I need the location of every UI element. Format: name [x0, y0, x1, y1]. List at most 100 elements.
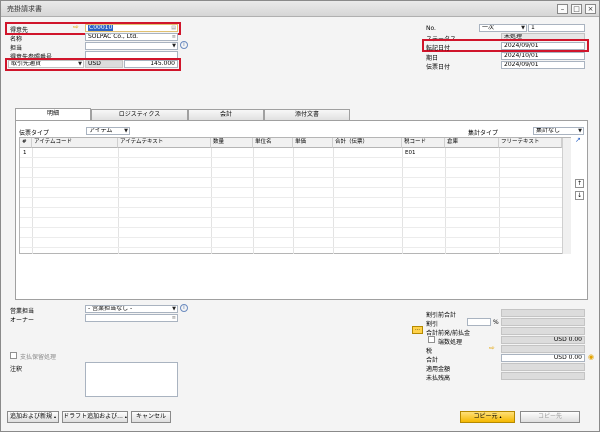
minimize-icon[interactable]: – [557, 4, 568, 14]
discount-percent-input[interactable] [467, 318, 491, 326]
contents-panel: 伝票タイプ アイテム ▼ 集計タイプ 集計なし ▼ ↗ # アイテムコード アイ… [15, 120, 588, 300]
col-header-total[interactable]: 合計（伝票） [333, 138, 402, 148]
contact-label: 担当 [10, 45, 23, 52]
grid-line [118, 148, 119, 254]
remarks-label: 注釈 [10, 366, 23, 373]
grid-line [211, 148, 212, 254]
row-number: 1 [23, 150, 27, 156]
rounding-field: USD 0.00 [501, 336, 585, 344]
col-header-item-text[interactable]: アイテムテキスト [118, 138, 211, 148]
tab-accounting[interactable]: 会計 [188, 109, 264, 120]
title-bar: 売掛請求書 – □ × [1, 1, 599, 17]
discount-before-field [501, 309, 585, 317]
close-icon[interactable]: × [585, 4, 596, 14]
cancel-button[interactable]: キャンセル [131, 411, 171, 423]
tab-attachments[interactable]: 添付文書 [264, 109, 350, 120]
expand-icon[interactable]: ≡ [172, 34, 176, 40]
grid-line [499, 148, 500, 254]
link-arrow-icon[interactable]: ⇨ [489, 344, 495, 352]
grid-line [293, 148, 294, 254]
owner-label: オーナー [10, 317, 35, 324]
sales-employee-label: 営業担当 [10, 308, 35, 315]
payment-block-label: 支払保留処理 [20, 354, 57, 361]
currency-type-select[interactable]: 取引先通貨 ▼ [8, 60, 84, 68]
exchange-rate-input[interactable]: 145.000 [124, 60, 178, 68]
items-grid: # アイテムコード アイテムテキスト 数量 単位名 単価 合計（伝票） 税コード… [19, 137, 571, 254]
remarks-textarea[interactable] [85, 362, 178, 397]
link-arrow-icon[interactable]: ⇨ [73, 23, 79, 31]
percent-unit: % [493, 319, 499, 326]
grid-line [333, 148, 334, 254]
col-header-quantity[interactable]: 数量 [211, 138, 253, 148]
document-date-label: 伝票日付 [426, 64, 451, 71]
doc-no-label: No. [426, 25, 436, 32]
chevron-down-icon: ▼ [124, 128, 128, 134]
col-header-unit[interactable]: 単位名 [253, 138, 293, 148]
row-line [20, 187, 562, 188]
lookup-icon[interactable]: ▤ [171, 25, 176, 31]
name-label: 名称 [10, 36, 23, 43]
add-and-new-button[interactable]: 追加および新規 ▴ [7, 411, 59, 423]
calculator-icon[interactable]: ◉ [588, 353, 594, 361]
rounding-checkbox[interactable] [428, 336, 435, 343]
total-field: USD 0.00 [501, 354, 585, 362]
grid-line [402, 148, 403, 254]
name-input[interactable]: SOLPAC Co., Ltd. ≡ [85, 33, 178, 41]
info-icon[interactable]: i [180, 304, 188, 312]
posting-date-input[interactable]: 2024/09/01 [501, 42, 585, 50]
freight-field [501, 327, 585, 335]
sales-employee-select[interactable]: - 営業担当なし - ▼ [85, 305, 178, 313]
copy-to-button[interactable]: コピー先 [520, 411, 580, 423]
customer-code-input[interactable]: C00010 ▤ [85, 24, 178, 32]
dropdown-icon: ▴ [499, 414, 502, 419]
window-title: 売掛請求書 [7, 5, 42, 13]
move-up-icon[interactable]: ↑ [575, 179, 584, 188]
copy-from-button[interactable]: コピー元 ▴ [460, 411, 515, 423]
col-header-item-code[interactable]: アイテムコード [32, 138, 118, 148]
tab-contents[interactable]: 明細 [15, 108, 91, 120]
applied-field [501, 363, 585, 371]
lookup-icon[interactable]: ≡ [172, 315, 176, 321]
summary-type-select[interactable]: 集計なし ▼ [533, 127, 584, 135]
draft-add-button[interactable]: ドラフト追加および... ▴ [62, 411, 128, 423]
tax-field [501, 345, 585, 353]
due-date-label: 期日 [426, 55, 439, 62]
grid-scrollbar[interactable] [562, 138, 571, 254]
contact-select[interactable]: ▼ [85, 42, 178, 50]
more-options-button[interactable]: … [412, 326, 423, 334]
grid-line [445, 148, 446, 254]
rounding-label: 端数処理 [438, 339, 463, 346]
col-header-free-text[interactable]: フリーテキスト [499, 138, 562, 148]
row-line [20, 177, 562, 178]
col-header-tax-code[interactable]: 税コード [402, 138, 445, 148]
row-line [20, 227, 562, 228]
discount-before-label: 割引前合計 [426, 312, 457, 319]
row-tax-code[interactable]: E01 [405, 150, 415, 156]
col-header-num[interactable]: # [20, 138, 32, 148]
series-select[interactable]: 一次 ▼ [479, 24, 527, 32]
info-icon[interactable]: i [180, 41, 188, 49]
dropdown-icon: ▴ [124, 414, 127, 419]
grid-line [253, 148, 254, 254]
owner-input[interactable]: ≡ [85, 314, 178, 322]
col-header-price[interactable]: 単価 [293, 138, 333, 148]
invoice-window: 売掛請求書 – □ × 得意先 ⇨ C00010 ▤ 名称 SOLPAC Co.… [0, 0, 600, 432]
maximize-icon[interactable]: □ [571, 4, 582, 14]
grid-line [32, 148, 33, 254]
move-down-icon[interactable]: ↓ [575, 191, 584, 200]
chevron-down-icon: ▼ [172, 306, 176, 312]
chevron-down-icon: ▼ [521, 25, 525, 31]
row-line [20, 237, 562, 238]
document-date-input[interactable]: 2024/09/01 [501, 61, 585, 69]
doc-type-select[interactable]: アイテム ▼ [86, 127, 130, 135]
discount-amount-field [501, 318, 585, 326]
col-header-warehouse[interactable]: 倉庫 [445, 138, 499, 148]
currency-code-field: USD [85, 60, 123, 68]
table-settings-icon[interactable]: ↗ [575, 136, 581, 144]
applied-label: 適用金額 [426, 366, 451, 373]
doc-type-label: 伝票タイプ [19, 130, 50, 137]
due-date-input[interactable]: 2024/10/01 [501, 52, 585, 60]
doc-number-input[interactable]: 1 [528, 24, 585, 32]
tab-logistics[interactable]: ロジスティクス [91, 109, 188, 120]
payment-block-checkbox[interactable] [10, 352, 17, 359]
